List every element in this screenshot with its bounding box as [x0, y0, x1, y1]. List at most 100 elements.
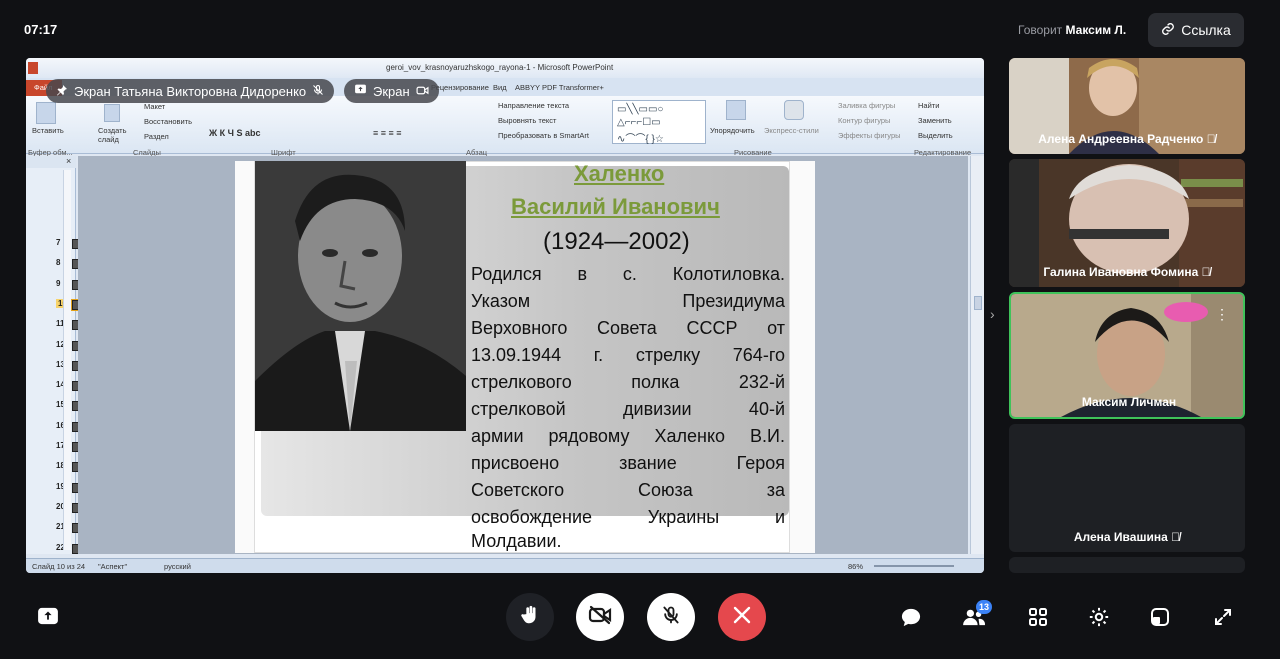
zoom-slider[interactable] — [874, 565, 954, 567]
hero-years: (1924—2002) — [543, 228, 690, 255]
shapes-gallery[interactable]: ▭╲╲▭▭○ △⌐⌐⌐☐▭ ∿⌒⌒{ }☆ — [612, 100, 706, 145]
thumbnails-scrollbar[interactable] — [63, 170, 71, 550]
hero-name: Василий Иванович — [511, 194, 720, 219]
screen-share-icon — [354, 83, 367, 99]
tab-review[interactable]: Рецензирование — [431, 83, 489, 92]
biography-line: Родился в с. Колотиловка. — [471, 264, 785, 284]
window-titlebar: geroi_vov_krasnoyaruzhskogo_rayona-1 - M… — [26, 58, 984, 78]
quick-styles-icon — [784, 100, 804, 120]
pin-icon — [56, 84, 68, 99]
hero-surname: Халенко — [574, 161, 665, 186]
shared-screen: geroi_vov_krasnoyaruzhskogo_rayona-1 - M… — [26, 58, 984, 573]
expand-icon — [1215, 609, 1231, 625]
section-button[interactable]: Раздел — [144, 132, 169, 141]
share-screen-icon — [38, 607, 58, 625]
camera-toggle-button[interactable] — [576, 593, 624, 641]
reset-button[interactable]: Восстановить — [144, 117, 192, 126]
slide-counter: Слайд 10 из 24 — [32, 562, 86, 571]
chevron-right-icon[interactable]: › — [990, 306, 995, 322]
raise-hand-button[interactable] — [506, 593, 554, 641]
end-call-button[interactable] — [718, 593, 766, 641]
participant-name: Галина Ивановна Фомина 🎙̸ — [1043, 265, 1211, 279]
slide-scrollbar[interactable] — [970, 156, 984, 554]
shape-fill-button[interactable]: Заливка фигуры — [838, 101, 895, 110]
arrange-icon — [726, 100, 746, 120]
layout-button[interactable] — [1024, 603, 1052, 631]
grid-icon — [1029, 608, 1047, 626]
share-screen-button[interactable] — [34, 602, 62, 630]
paste-button[interactable]: Вставить — [32, 126, 64, 135]
paragraph-align-buttons[interactable]: ≡ ≡ ≡ ≡ — [373, 128, 402, 138]
participant-name: Максим Личман — [1081, 395, 1177, 409]
muted-mic-icon — [312, 84, 324, 99]
participants-button[interactable]: 13 — [960, 600, 993, 631]
presenter-pill[interactable]: Экран Татьяна Викторовна Дидоренко — [46, 79, 335, 103]
new-slide-button[interactable]: Создать слайд — [98, 126, 128, 144]
select-button[interactable]: Выделить — [918, 131, 953, 140]
screen-pill[interactable]: Экран — [344, 79, 439, 103]
theme-name: "Аспект" — [98, 562, 128, 571]
biography-line: армии рядовому Халенко В.И. — [471, 426, 785, 446]
speaking-name: Максим Л. — [1065, 23, 1127, 37]
link-button[interactable]: Ссылка — [1148, 13, 1244, 47]
presenter-label: Экран Татьяна Викторовна Дидоренко — [74, 83, 307, 99]
microphone-toggle-button[interactable] — [647, 593, 695, 641]
thumbnails-tabs: × — [26, 156, 76, 168]
tab-abbyy[interactable]: ABBYY PDF Transformer+ — [515, 83, 604, 92]
muted-mic-icon: 🎙̸ — [1171, 530, 1181, 544]
participant-tile[interactable]: Галина Ивановна Фомина 🎙̸ — [1009, 159, 1245, 287]
biography-line: стрелковой дивизии 40-й — [471, 399, 785, 419]
shape-effects-button[interactable]: Эффекты фигуры — [838, 131, 901, 140]
biography-line: освобождение Украины и — [471, 507, 785, 527]
participant-tile[interactable]: Алена Андреевна Радченко 🎙̸ — [1009, 58, 1245, 154]
chat-icon — [901, 608, 921, 627]
find-button[interactable]: Найти — [918, 101, 939, 110]
scrollbar-thumb[interactable] — [974, 296, 982, 310]
speaking-label: Говорит — [1018, 23, 1063, 37]
tab-view[interactable]: Вид — [493, 83, 507, 92]
slide-thumbnail-number[interactable]: 9 — [56, 279, 60, 288]
participants-count-badge: 13 — [976, 600, 993, 614]
close-panel-icon[interactable]: × — [66, 156, 71, 166]
layout-button[interactable]: Макет — [144, 102, 165, 111]
picture-in-picture-button[interactable] — [1146, 603, 1174, 631]
muted-mic-icon: 🎙̸ — [1206, 132, 1216, 146]
link-button-label: Ссылка — [1181, 22, 1231, 38]
window-title: geroi_vov_krasnoyaruzhskogo_rayona-1 - M… — [386, 63, 614, 72]
replace-button[interactable]: Заменить — [918, 116, 952, 125]
participant-tile-partial[interactable] — [1009, 557, 1245, 573]
screen-pill-label: Экран — [373, 83, 410, 99]
microphone-off-icon — [661, 604, 681, 631]
slide-thumbnail-number[interactable]: 7 — [56, 238, 60, 247]
settings-button[interactable] — [1085, 603, 1113, 631]
shape-outline-button[interactable]: Контур фигуры — [838, 116, 890, 125]
biography-line: 13.09.1944 г. стрелку 764-го — [471, 345, 785, 365]
paste-icon — [36, 102, 56, 124]
slide-thumbnail-number[interactable]: 8 — [56, 258, 60, 267]
smartart-button[interactable]: Преобразовать в SmartArt — [498, 131, 589, 140]
more-options-icon[interactable]: ⋮ — [1215, 306, 1229, 323]
window-icon — [1151, 608, 1169, 626]
biography-line: Советского Союза за — [471, 480, 785, 500]
participant-name: Алена Андреевна Радченко 🎙̸ — [1038, 132, 1216, 146]
participant-tile[interactable]: Алена Ивашина 🎙̸ — [1009, 424, 1245, 552]
font-format-buttons[interactable]: Ж К Ч S abc — [209, 128, 260, 138]
fullscreen-button[interactable] — [1209, 603, 1237, 631]
quick-styles-button[interactable]: Экспресс-стили — [764, 126, 819, 135]
status-bar: Слайд 10 из 24 "Аспект" русский 86% — [26, 558, 984, 573]
link-icon — [1161, 22, 1175, 39]
align-text-button[interactable]: Выровнять текст — [498, 116, 556, 125]
text-direction-button[interactable]: Направление текста — [498, 101, 569, 110]
participant-tile-speaking[interactable]: ⋮ Максим Личман — [1009, 292, 1245, 419]
arrange-button[interactable]: Упорядочить — [710, 126, 755, 135]
powerpoint-icon — [28, 62, 38, 74]
portrait-photo — [255, 161, 466, 431]
speaking-indicator: Говорит Максим Л. — [1018, 23, 1126, 37]
biography-line: присвоено звание Героя — [471, 453, 785, 473]
chat-button[interactable] — [897, 603, 925, 631]
camera-icon — [416, 84, 429, 99]
hero-biography-last-line: Молдавии. — [471, 531, 562, 551]
muted-mic-icon: 🎙̸ — [1201, 265, 1211, 279]
participant-name: Алена Ивашина 🎙̸ — [1073, 530, 1181, 544]
ribbon: Вставить Создать слайд Макет Восстановит… — [26, 96, 984, 154]
